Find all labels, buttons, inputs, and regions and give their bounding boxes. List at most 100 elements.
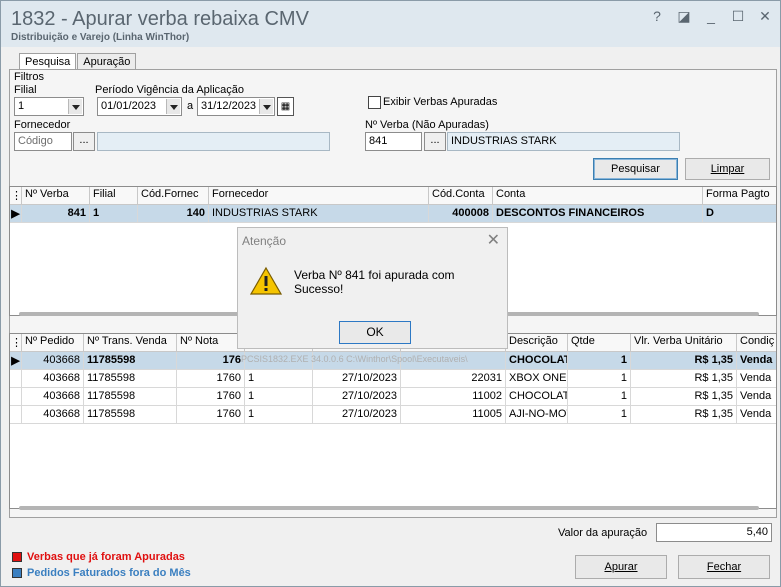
cell: R$ 1,35 bbox=[631, 370, 737, 388]
col-header[interactable]: Cód.Conta bbox=[429, 187, 493, 205]
title-bar: 1832 - Apurar verba rebaixa CMV Distribu… bbox=[1, 1, 780, 47]
fechar-button[interactable]: Fechar bbox=[678, 555, 770, 579]
footer-divider bbox=[9, 517, 777, 518]
tab-apuracao[interactable]: Apuração bbox=[77, 53, 137, 70]
cell: INDUSTRIAS STARK bbox=[209, 205, 429, 223]
status-path-text: PCSIS1832.EXE 34.0.0.6 C:\Winthor\Spool\… bbox=[241, 354, 468, 364]
col-header[interactable]: Condiç bbox=[737, 334, 776, 352]
col-header[interactable]: Nº Pedido bbox=[22, 334, 84, 352]
col-header[interactable]: Vlr. Verba Unitário bbox=[631, 334, 737, 352]
apurar-button[interactable]: Apurar bbox=[575, 555, 667, 579]
calendar-icon[interactable]: ▦ bbox=[277, 97, 294, 116]
maximize-icon[interactable]: ☐ bbox=[731, 8, 745, 25]
col-header[interactable]: Nº Trans. Venda bbox=[84, 334, 177, 352]
cell: 403668 bbox=[22, 370, 84, 388]
row-indicator bbox=[10, 388, 22, 406]
chevron-down-icon[interactable] bbox=[259, 99, 273, 114]
cell: 1 bbox=[568, 352, 631, 370]
table-row[interactable]: 403668 11785598 1760 1 27/10/2023 11005 … bbox=[10, 406, 776, 424]
dialog-title: Atenção bbox=[242, 234, 287, 248]
ok-button-label: OK bbox=[366, 325, 384, 339]
fornecedor-lookup-button[interactable]: ... bbox=[73, 132, 95, 151]
legend-swatch-red bbox=[12, 552, 22, 562]
cell: XBOX ONE 5 bbox=[506, 370, 568, 388]
cell: 27/10/2023 bbox=[313, 406, 401, 424]
grid-menu-icon[interactable]: ⋮ bbox=[10, 334, 22, 352]
cell: 11785598 bbox=[84, 388, 177, 406]
cell: 1 bbox=[245, 406, 313, 424]
pesquisar-button[interactable]: Pesquisar bbox=[593, 158, 678, 180]
fechar-button-label: Fechar bbox=[706, 561, 742, 573]
window-controls: ? ◪ _ ☐ ✕ bbox=[650, 8, 772, 25]
cell: D bbox=[703, 205, 776, 223]
ok-button[interactable]: OK bbox=[339, 321, 411, 344]
cell: R$ 1,35 bbox=[631, 388, 737, 406]
col-header[interactable]: Cód.Fornec bbox=[138, 187, 209, 205]
verba-input[interactable]: 841 bbox=[365, 132, 422, 151]
col-header[interactable]: Conta bbox=[493, 187, 703, 205]
tab-bar: Pesquisa Apuração bbox=[19, 53, 137, 70]
cell: 176 bbox=[177, 352, 245, 370]
filial-select[interactable]: 1 bbox=[14, 97, 84, 116]
cell: 403668 bbox=[22, 388, 84, 406]
date-from-field[interactable]: 01/01/2023 bbox=[97, 97, 182, 116]
cell: 11002 bbox=[401, 388, 506, 406]
tab-pesquisa[interactable]: Pesquisa bbox=[19, 53, 77, 70]
window-subtitle: Distribuição e Varejo (Linha WinThor) bbox=[11, 32, 190, 43]
minimize-icon[interactable]: _ bbox=[704, 8, 718, 25]
table-row[interactable]: ▶ 841 1 140 INDUSTRIAS STARK 400008 DESC… bbox=[10, 205, 776, 223]
cell: DESCONTOS FINANCEIROS bbox=[493, 205, 703, 223]
horizontal-scrollbar[interactable] bbox=[19, 506, 759, 510]
verba-lookup-button[interactable]: ... bbox=[424, 132, 446, 151]
cell: CHOCOLAT bbox=[506, 352, 568, 370]
cell: 11005 bbox=[401, 406, 506, 424]
close-icon[interactable]: ✕ bbox=[487, 230, 500, 250]
grid-menu-icon[interactable]: ⋮ bbox=[10, 187, 22, 205]
table-row[interactable]: 403668 11785598 1760 1 27/10/2023 11002 … bbox=[10, 388, 776, 406]
col-header[interactable]: Descrição bbox=[506, 334, 568, 352]
fornecedor-code-input[interactable]: Código bbox=[14, 132, 72, 151]
warning-icon bbox=[250, 266, 282, 295]
legend-fora-mes-label: Pedidos Faturados fora do Mês bbox=[27, 567, 191, 579]
fornecedor-label: Fornecedor bbox=[14, 119, 71, 131]
col-header[interactable]: Filial bbox=[90, 187, 138, 205]
date-separator: a bbox=[187, 100, 194, 112]
cell: 1 bbox=[568, 388, 631, 406]
close-icon[interactable]: ✕ bbox=[758, 8, 772, 25]
apurar-button-label: Apurar bbox=[604, 561, 638, 573]
help-icon[interactable]: ? bbox=[650, 8, 664, 25]
legend-fora-mes: Pedidos Faturados fora do Mês bbox=[12, 567, 191, 579]
chevron-down-icon[interactable] bbox=[166, 99, 180, 114]
exibir-verbas-checkbox[interactable] bbox=[368, 96, 381, 109]
chevron-down-icon[interactable] bbox=[68, 99, 82, 114]
cell: 403668 bbox=[22, 406, 84, 424]
verba-label: Nº Verba (Não Apuradas) bbox=[365, 119, 489, 131]
limpar-button[interactable]: Limpar bbox=[685, 158, 770, 180]
cell: CHOCOLATE bbox=[506, 388, 568, 406]
date-to-field[interactable]: 31/12/2023 bbox=[197, 97, 275, 116]
cell: 22031 bbox=[401, 370, 506, 388]
col-header[interactable]: Fornecedor bbox=[209, 187, 429, 205]
cell: 1 bbox=[568, 370, 631, 388]
legend-apuradas: Verbas que já foram Apuradas bbox=[12, 551, 185, 563]
window-title: 1832 - Apurar verba rebaixa CMV bbox=[11, 8, 309, 30]
col-header[interactable]: Forma Pagto bbox=[703, 187, 776, 205]
filial-label: Filial bbox=[14, 84, 37, 96]
legend-apuradas-label: Verbas que já foram Apuradas bbox=[27, 551, 185, 563]
col-header[interactable]: Qtde bbox=[568, 334, 631, 352]
col-header[interactable]: Nº Verba bbox=[22, 187, 90, 205]
exibir-verbas-label: Exibir Verbas Apuradas bbox=[383, 96, 498, 108]
cell: 27/10/2023 bbox=[313, 370, 401, 388]
layout-icon[interactable]: ◪ bbox=[677, 8, 691, 25]
cell: 1 bbox=[245, 370, 313, 388]
col-header[interactable]: Nº Nota bbox=[177, 334, 245, 352]
table-row[interactable]: 403668 11785598 1760 1 27/10/2023 22031 … bbox=[10, 370, 776, 388]
cell: 140 bbox=[138, 205, 209, 223]
valor-apuracao-field: 5,40 bbox=[656, 523, 772, 542]
cell: 1760 bbox=[177, 388, 245, 406]
cell: 1760 bbox=[177, 370, 245, 388]
valor-apuracao-label: Valor da apuração bbox=[558, 527, 648, 539]
attention-dialog: Atenção ✕ Verba Nº 841 foi apurada com S… bbox=[237, 227, 508, 349]
cell: 400008 bbox=[429, 205, 493, 223]
cell: Venda bbox=[737, 388, 776, 406]
